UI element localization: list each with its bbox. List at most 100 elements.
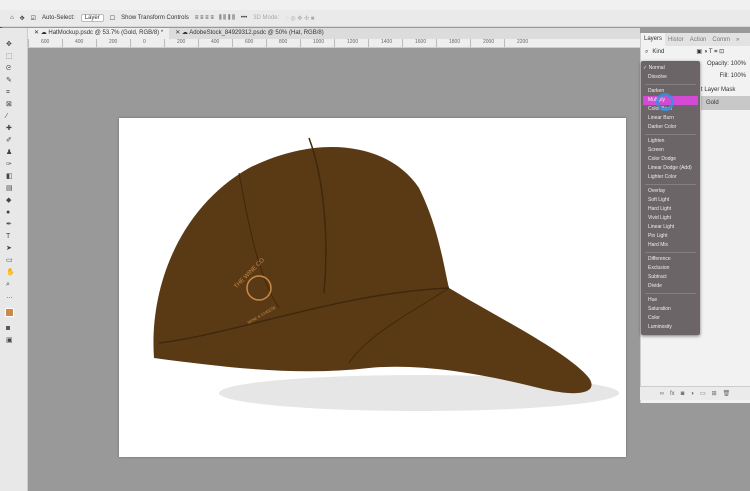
align-icons[interactable]: ≡ ≡ ≡ ≡ ⫼ ⫼ ⫼ ⫼ [195, 15, 235, 22]
blend-mode-overlay[interactable]: Overlay [641, 187, 700, 196]
zoom-icon[interactable]: ⌕ [6, 281, 16, 288]
hand-icon[interactable]: ✋ [6, 269, 16, 276]
trash-icon[interactable]: 🗑 [723, 390, 731, 397]
blend-mode-screen[interactable]: Screen [641, 146, 700, 155]
gradient-icon[interactable]: ▤ [6, 185, 16, 192]
history-brush-icon[interactable]: ✑ [6, 161, 16, 168]
move-tool-icon[interactable]: ✥ [20, 15, 25, 22]
ruler-tick: 600 [232, 39, 266, 47]
blend-mode-dissolve[interactable]: Dissolve [641, 73, 700, 82]
lasso-tool-icon[interactable]: ᘓ [6, 65, 16, 72]
tab-history[interactable]: Histor [665, 37, 687, 43]
tab-layers[interactable]: Layers [641, 33, 666, 46]
tab-label: HatMockup.psdc @ 53.7% (Gold, RGB/8) * [48, 30, 164, 36]
fx-icon[interactable]: fx [670, 391, 675, 397]
blend-mode-soft-light[interactable]: Soft Light [641, 196, 700, 205]
new-layer-icon[interactable]: ⊞ [712, 390, 717, 397]
pen-icon[interactable]: ✒ [6, 221, 16, 228]
tab-adobestock[interactable]: ✕ ☁ AdobeStock_84929312.psdc @ 50% (Hat,… [169, 28, 330, 39]
panel-menu-icon[interactable]: » [733, 37, 742, 43]
home-icon[interactable]: ⌂ [10, 15, 14, 21]
blend-mode-hard-light[interactable]: Hard Light [641, 205, 700, 214]
ruler-tick: 400 [198, 39, 232, 47]
blend-mode-darker-color[interactable]: Darker Color [641, 123, 700, 132]
blend-mode-vivid-light[interactable]: Vivid Light [641, 214, 700, 223]
link-icon[interactable]: ∞ [660, 391, 664, 397]
ruler-tick: 200 [164, 39, 198, 47]
eyedropper-icon[interactable]: ⁄ [6, 113, 16, 120]
marquee-tool-icon[interactable]: ⬚ [6, 53, 16, 60]
blend-mode-exclusion[interactable]: Exclusion [641, 264, 700, 273]
blend-mode-lighter-color[interactable]: Lighter Color [641, 173, 700, 182]
eraser-icon[interactable]: ◧ [6, 173, 16, 180]
adjustment-icon[interactable]: ◑ [690, 391, 694, 397]
blend-mode-normal[interactable]: ✓ Normal [641, 64, 700, 73]
menu-separator [645, 252, 696, 253]
tab-comments[interactable]: Comm [709, 37, 733, 43]
move-tool-icon[interactable]: ✥ [6, 41, 16, 48]
layer-name: Gold [706, 100, 719, 106]
quick-mask-icon[interactable]: ◙ [6, 325, 16, 332]
auto-select-label: Auto-Select: [42, 15, 75, 21]
document-tabs: ✕ ☁ HatMockup.psdc @ 53.7% (Gold, RGB/8)… [28, 28, 640, 39]
layer-row-gold[interactable]: Gold [701, 96, 750, 110]
type-icon[interactable]: T [6, 233, 16, 240]
blend-mode-linear-burn[interactable]: Linear Burn [641, 114, 700, 123]
ruler-tick: 0 [130, 39, 164, 47]
tab-label: AdobeStock_84929312.psdc @ 50% (Hat, RGB… [189, 30, 324, 36]
show-transform-label: Show Transform Controls [121, 15, 189, 21]
blend-mode-difference[interactable]: Difference [641, 255, 700, 264]
foreground-color[interactable] [5, 308, 14, 317]
auto-select-checkbox[interactable]: ☑ [31, 15, 36, 22]
ruler-tick: 2200 [504, 39, 538, 47]
ruler-tick: 1600 [402, 39, 436, 47]
path-select-icon[interactable]: ➤ [6, 245, 16, 252]
shape-icon[interactable]: ▭ [6, 257, 16, 264]
blend-mode-linear-light[interactable]: Linear Light [641, 223, 700, 232]
horizontal-ruler: 600 400 200 0 200 400 600 800 1000 1200 1400 1600 18… [28, 39, 640, 48]
more-button[interactable]: ••• [241, 15, 247, 21]
ruler-tick: 1000 [300, 39, 334, 47]
opacity-value[interactable]: 100% [731, 61, 746, 67]
tab-actions[interactable]: Action [687, 37, 710, 43]
healing-icon[interactable]: ✚ [6, 125, 16, 132]
blend-mode-luminosity[interactable]: Luminosity [641, 323, 700, 332]
search-icon: ⌕ [645, 48, 649, 55]
blend-mode-color[interactable]: Color [641, 314, 700, 323]
blend-mode-hue[interactable]: Hue [641, 296, 700, 305]
blend-mode-divide[interactable]: Divide [641, 282, 700, 291]
menu-separator [645, 134, 696, 135]
dodge-icon[interactable]: ● [6, 209, 16, 216]
mask-icon[interactable]: ◙ [681, 391, 685, 397]
blend-mode-color-dodge[interactable]: Color Dodge [641, 155, 700, 164]
menu-separator [645, 84, 696, 85]
3d-mode-label: 3D Mode: [253, 15, 280, 21]
blend-mode-saturation[interactable]: Saturation [641, 305, 700, 314]
frame-tool-icon[interactable]: ⊠ [6, 101, 16, 108]
blend-mode-lighten[interactable]: Lighten [641, 137, 700, 146]
crop-tool-icon[interactable]: ⌗ [6, 89, 16, 96]
document-canvas[interactable]: THE WINE CO WINE & CHEESE [119, 118, 626, 457]
group-icon[interactable]: ▭ [700, 390, 706, 397]
kind-filter[interactable]: Kind [652, 49, 682, 55]
auto-select-dropdown[interactable]: Layer [80, 14, 104, 22]
quick-select-icon[interactable]: ✎ [6, 77, 16, 84]
ruler-tick: 1400 [368, 39, 402, 47]
blend-mode-hard-mix[interactable]: Hard Mix [641, 241, 700, 250]
stamp-icon[interactable]: ♟ [6, 149, 16, 156]
layers-footer: ∞ fx ◙ ◑ ▭ ⊞ 🗑 [640, 386, 750, 400]
blend-mode-linear-dodge-add[interactable]: Linear Dodge (Add) [641, 164, 700, 173]
screen-mode-icon[interactable]: ▣ [6, 337, 16, 344]
show-transform-checkbox[interactable]: ☐ [110, 15, 115, 22]
menu-separator [645, 184, 696, 185]
blend-mode-subtract[interactable]: Subtract [641, 273, 700, 282]
brush-icon[interactable]: ✐ [6, 137, 16, 144]
3d-icons[interactable]: ◌ ◎ ✥ ✣ ■ [285, 15, 314, 22]
ruler-tick: 200 [96, 39, 130, 47]
tab-hatmockup[interactable]: ✕ ☁ HatMockup.psdc @ 53.7% (Gold, RGB/8)… [28, 28, 170, 39]
filter-icons[interactable]: ▣ ◑ T ⌗ ⊡ [696, 48, 724, 56]
blend-mode-pin-light[interactable]: Pin Light [641, 232, 700, 241]
more-tools-icon[interactable]: … [6, 293, 16, 300]
fill-value[interactable]: 100% [731, 73, 746, 79]
blur-icon[interactable]: ◆ [6, 197, 16, 204]
